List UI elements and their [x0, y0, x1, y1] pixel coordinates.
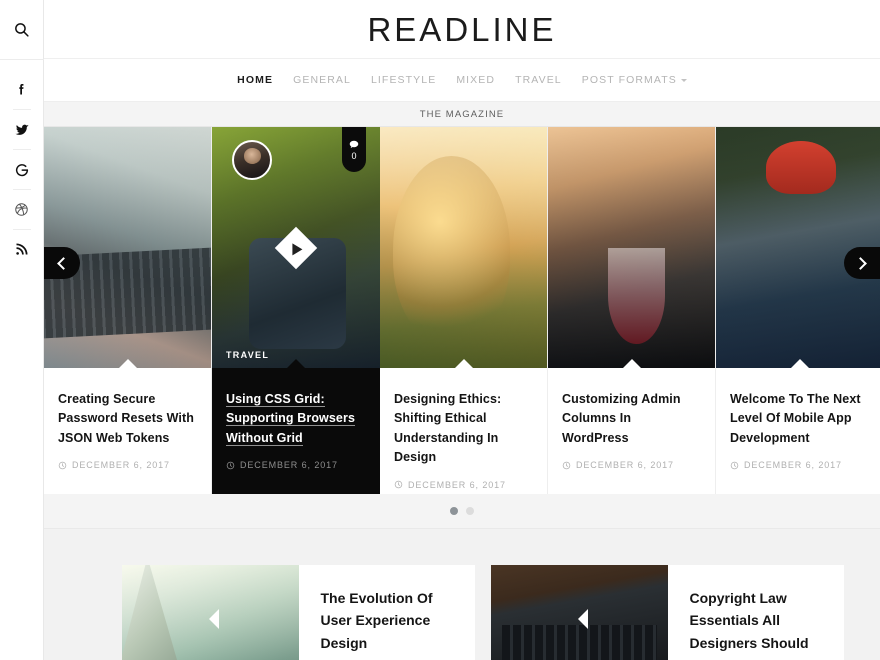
clock-icon	[562, 461, 571, 469]
post-grid: The Evolution Of User Experience DesignL…	[44, 529, 880, 660]
slide-title-text: Using CSS Grid: Supporting Browsers With…	[226, 392, 355, 446]
google-plus-icon[interactable]	[0, 150, 44, 189]
slide-photo	[548, 127, 715, 368]
post-card[interactable]: The Evolution Of User Experience DesignL…	[122, 565, 475, 660]
comment-bubble-icon	[349, 140, 359, 148]
tagline-bar: THE MAGAZINE	[44, 102, 880, 127]
clock-icon	[58, 461, 67, 469]
carousel-slide[interactable]: Designing Ethics: Shifting Ethical Under…	[380, 127, 548, 494]
slide-date-text: DECEMBER 6, 2017	[744, 460, 842, 471]
post-thumbnail[interactable]	[122, 565, 299, 660]
nav-item-label: LIFESTYLE	[370, 74, 437, 86]
twitter-icon[interactable]	[0, 110, 44, 149]
post-notch	[578, 609, 589, 629]
post-title[interactable]: Copyright Law Essentials All Designers S…	[690, 587, 829, 660]
carousel-slide[interactable]: Welcome To The Next Level Of Mobile App …	[716, 127, 880, 494]
post-body: Copyright Law Essentials All Designers S…	[668, 565, 845, 660]
nav-item-label: TRAVEL	[515, 74, 562, 86]
post-card[interactable]: Copyright Law Essentials All Designers S…	[491, 565, 844, 660]
post-body: The Evolution Of User Experience DesignL…	[299, 565, 476, 660]
nav-item-general[interactable]: GENERAL	[293, 71, 351, 89]
facebook-icon[interactable]	[0, 70, 44, 109]
slide-date-text: DECEMBER 6, 2017	[240, 460, 338, 471]
search-icon[interactable]	[0, 0, 44, 60]
slide-title[interactable]: Creating Secure Password Resets With JSO…	[58, 390, 197, 448]
carousel-slide[interactable]: Creating Secure Password Resets With JSO…	[44, 127, 212, 494]
slide-date: DECEMBER 6, 2017	[58, 460, 197, 470]
chevron-down-icon	[680, 78, 687, 82]
nav-item-label: HOME	[237, 74, 274, 86]
nav-item-label: GENERAL	[293, 74, 351, 86]
nav-item-label: POST FORMATS	[581, 74, 677, 86]
carousel-dot[interactable]	[450, 507, 458, 515]
nav-item-travel[interactable]: TRAVEL	[515, 71, 562, 89]
tagline-text: THE MAGAZINE	[419, 108, 505, 120]
slide-date-text: DECEMBER 6, 2017	[408, 479, 506, 490]
slide-body: Designing Ethics: Shifting Ethical Under…	[380, 359, 547, 494]
nav-item-post-formats[interactable]: POST FORMATS	[582, 71, 687, 89]
slide-date: DECEMBER 6, 2017	[562, 460, 701, 470]
slide-body: Creating Secure Password Resets With JSO…	[44, 359, 211, 494]
slide-date: DECEMBER 6, 2017	[226, 460, 366, 470]
featured-carousel[interactable]: Creating Secure Password Resets With JSO…	[44, 127, 880, 494]
site-logo[interactable]: READLINE	[367, 13, 556, 46]
slide-body: Using CSS Grid: Supporting Browsers With…	[212, 359, 380, 494]
carousel-prev-button[interactable]	[44, 247, 80, 279]
slide-body: Welcome To The Next Level Of Mobile App …	[716, 359, 880, 494]
page-root: READLINE HOME GENERAL LIFESTYLE MIXED TRAVEL…	[0, 0, 880, 660]
chevron-left-icon	[57, 256, 70, 270]
slide-thumbnail[interactable]: 0 TRAVEL	[212, 127, 380, 368]
social-sidebar	[0, 0, 44, 660]
nav-item-home[interactable]: HOME	[237, 71, 273, 89]
clock-icon	[730, 461, 739, 469]
nav-item-lifestyle[interactable]: LIFESTYLE	[371, 71, 436, 89]
chevron-right-icon	[854, 256, 867, 270]
slide-title[interactable]: Designing Ethics: Shifting Ethical Under…	[394, 390, 533, 468]
author-avatar[interactable]	[232, 140, 272, 180]
play-triangle-icon	[292, 242, 303, 255]
slide-thumbnail[interactable]	[548, 127, 715, 368]
comment-count-badge[interactable]: 0	[342, 127, 366, 172]
slide-title[interactable]: Welcome To The Next Level Of Mobile App …	[730, 390, 869, 448]
slide-title[interactable]: Using CSS Grid: Supporting Browsers With…	[226, 390, 366, 448]
slide-notch	[622, 359, 641, 368]
carousel-dot[interactable]	[466, 507, 474, 515]
site-header: READLINE	[44, 0, 880, 59]
nav-item-label: MIXED	[456, 74, 496, 86]
slide-notch	[118, 359, 137, 368]
slide-thumbnail[interactable]	[380, 127, 547, 368]
slide-notch	[790, 359, 809, 368]
clock-icon	[394, 480, 403, 489]
slide-category-tag[interactable]: TRAVEL	[226, 350, 269, 360]
comment-count: 0	[351, 150, 357, 161]
slide-photo	[380, 127, 547, 368]
nav-item-mixed[interactable]: MIXED	[456, 71, 495, 89]
slide-date-text: DECEMBER 6, 2017	[576, 460, 674, 471]
main-navigation: HOME GENERAL LIFESTYLE MIXED TRAVEL POST FORM…	[44, 59, 880, 102]
slide-body: Customizing Admin Columns In WordPress DE…	[548, 359, 715, 494]
post-notch	[209, 609, 220, 629]
slide-date-text: DECEMBER 6, 2017	[72, 460, 170, 471]
carousel-slide[interactable]: 0 TRAVEL Using CSS Grid: Supporting Browse…	[212, 127, 380, 494]
slide-date: DECEMBER 6, 2017	[730, 460, 869, 470]
slide-date: DECEMBER 6, 2017	[394, 480, 533, 490]
carousel-next-button[interactable]	[844, 247, 880, 279]
carousel-slide[interactable]: Customizing Admin Columns In WordPress DE…	[548, 127, 716, 494]
clock-icon	[226, 461, 235, 469]
dribbble-icon[interactable]	[0, 190, 44, 229]
slide-notch	[287, 359, 305, 368]
carousel-pagination[interactable]	[44, 494, 880, 529]
post-thumbnail[interactable]	[491, 565, 668, 660]
slide-title[interactable]: Customizing Admin Columns In WordPress	[562, 390, 701, 448]
slide-notch	[454, 359, 473, 368]
post-title[interactable]: The Evolution Of User Experience Design	[321, 587, 460, 654]
rss-icon[interactable]	[0, 230, 44, 269]
